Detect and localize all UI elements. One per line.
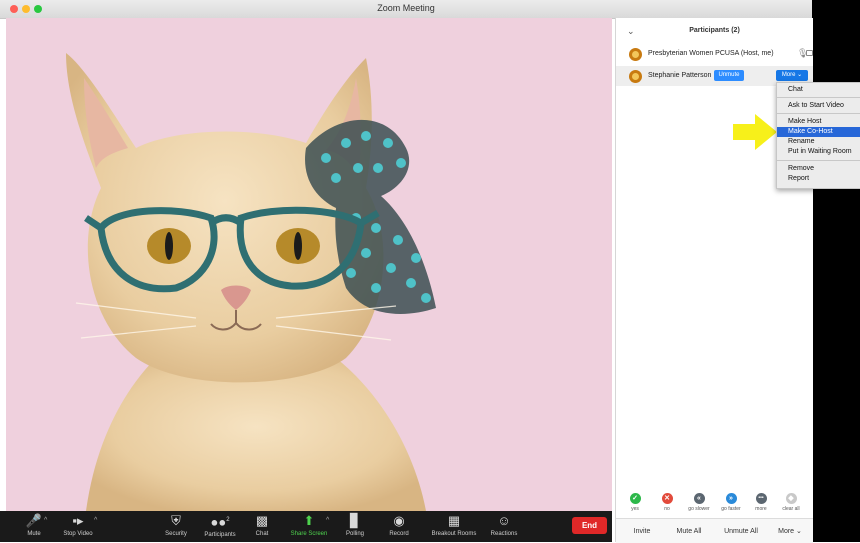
title-bar: Zoom Meeting [0,0,812,19]
menu-item-remove[interactable]: Remove [777,164,860,174]
grid-icon: ▦ [447,513,461,528]
participant-more-button[interactable]: More ⌄ [776,70,808,81]
chat-button[interactable]: ▩ Chat [236,513,288,537]
participant-name: Stephanie Patterson [648,72,712,79]
reactions-button[interactable]: ☺ Reactions [478,513,530,537]
menu-divider [777,113,860,114]
menu-item-put-in-waiting-room[interactable]: Put in Waiting Room [777,147,860,157]
participants-footer: Invite Mute All Unmute All More ⌄ [616,518,813,543]
record-button[interactable]: ◉ Record [373,513,425,537]
menu-item-ask-to-start-video[interactable]: Ask to Start Video [777,101,860,111]
ellipsis-icon: ••• [755,493,767,504]
emoji-plus-icon: ☺ [497,513,511,528]
reaction-go-slower[interactable]: « go slower [684,493,714,512]
nonverbal-feedback-row: ✓ yes ✕ no « go slower » go faster ••• m… [616,493,813,517]
avatar [629,70,642,83]
menu-divider [777,160,860,161]
reaction-go-faster[interactable]: » go faster [716,493,746,512]
reaction-more[interactable]: ••• more [746,493,776,512]
mute-options-caret-icon[interactable]: ^ [44,517,47,524]
unmute-all-button[interactable]: Unmute All [716,524,766,539]
ask-to-unmute-button[interactable]: Unmute [714,70,744,81]
avatar [629,48,642,61]
reaction-clear-all[interactable]: ◆ clear all [776,493,806,512]
checkmark-icon: ✓ [629,493,641,504]
breakout-rooms-button[interactable]: ▦ Breakout Rooms [424,513,484,537]
footer-more-button[interactable]: More ⌄ [772,524,808,539]
menu-item-make-host[interactable]: Make Host [777,117,860,127]
video-camera-icon [806,50,813,56]
fast-forward-icon: » [725,493,737,504]
record-icon: ◉ [393,513,405,528]
panel-header: ⌄ Participants (2) [616,18,813,44]
reaction-yes[interactable]: ✓ yes [620,493,650,512]
participants-title: Participants (2) [689,27,740,34]
annotation-arrow-icon [733,114,777,150]
window-title: Zoom Meeting [377,3,435,13]
participant-context-menu: Chat Ask to Start Video Make Host Make C… [776,82,860,189]
menu-divider [777,97,860,98]
end-meeting-button[interactable]: End [572,517,607,534]
x-mark-icon: ✕ [661,493,673,504]
menu-item-rename[interactable]: Rename [777,137,860,147]
rewind-icon: « [693,493,705,504]
menu-item-chat[interactable]: Chat [777,85,860,95]
mute-all-button[interactable]: Mute All [668,524,710,539]
participant-row-host[interactable]: Presbyterian Women PCUSA (Host, me) 🎙 [616,44,813,64]
video-feed [6,18,612,511]
participants-count: 2 [226,517,230,523]
cat-with-glasses-image [66,53,436,511]
chat-bubble-icon: ▩ [255,513,269,528]
eraser-icon: ◆ [785,493,797,504]
video-options-caret-icon[interactable]: ^ [94,517,97,524]
menu-item-report[interactable]: Report [777,174,860,184]
menu-item-make-co-host[interactable]: Make Co-Host [777,127,860,137]
meeting-toolbar: 🎤 Mute ^ ▪▸ Stop Video ^ ⛨ Security ●●2 … [0,511,612,542]
participant-name: Presbyterian Women PCUSA (Host, me) [648,50,774,57]
reaction-no[interactable]: ✕ no [652,493,682,512]
invite-button[interactable]: Invite [624,524,660,539]
